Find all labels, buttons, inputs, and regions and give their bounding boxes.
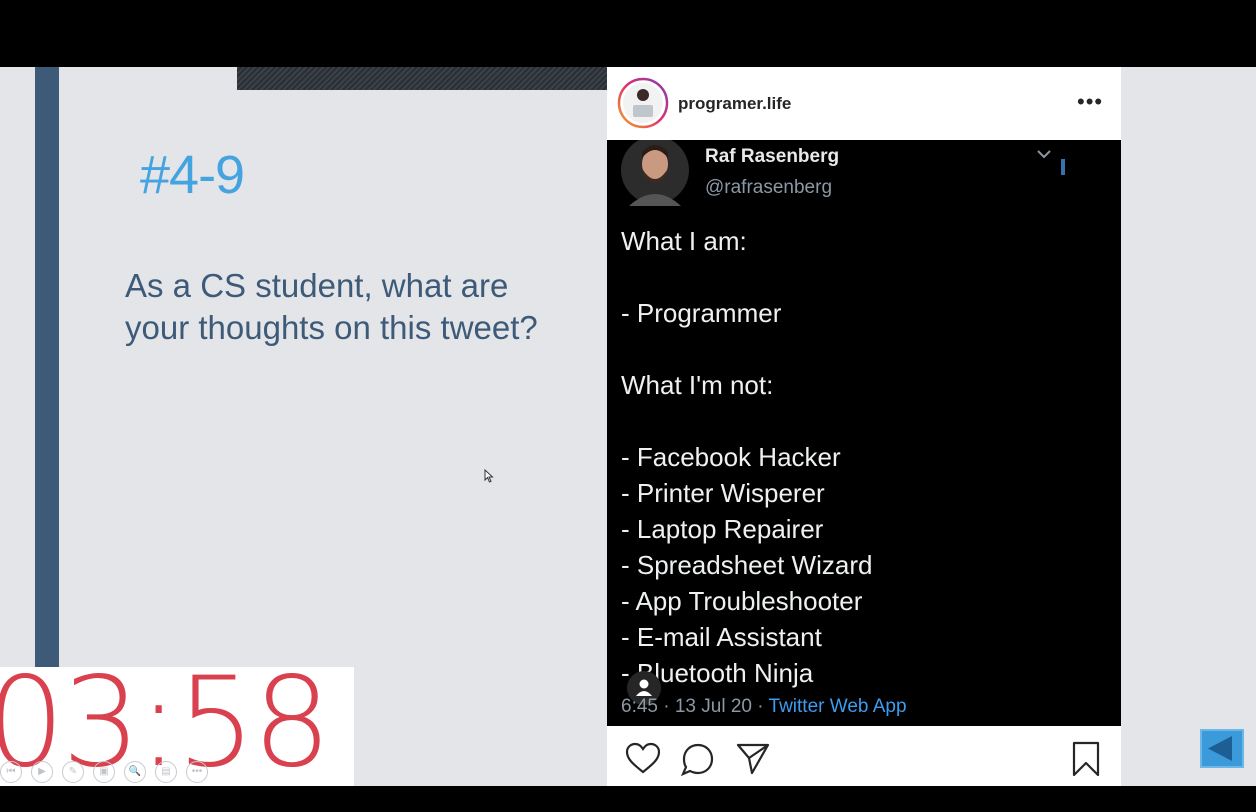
- tweet-image: Raf Rasenberg @rafrasenberg What I am: -…: [607, 140, 1121, 726]
- tweet-line: - E-mail Assistant: [621, 622, 822, 652]
- tweet-marker: [1061, 159, 1065, 175]
- heart-icon[interactable]: [625, 741, 661, 777]
- tweet-line: - Laptop Repairer: [621, 514, 824, 544]
- more-options-icon[interactable]: •••: [186, 761, 208, 783]
- tweet-line: What I am:: [621, 226, 747, 256]
- tweet-time: 6:45 · 13 Jul 20 ·: [621, 696, 769, 717]
- subtitles-icon[interactable]: ▤: [155, 761, 177, 783]
- chevron-down-icon: [1037, 150, 1051, 159]
- pen-icon[interactable]: ✎: [62, 761, 84, 783]
- play-icon[interactable]: ▶: [31, 761, 53, 783]
- mouse-cursor-icon: [484, 469, 494, 483]
- post-header: programer.life •••: [607, 67, 1121, 140]
- tweet-line: [621, 403, 872, 439]
- more-options-icon[interactable]: •••: [1077, 89, 1103, 115]
- profile-avatar-icon[interactable]: [617, 67, 669, 129]
- tweet-line: [621, 259, 872, 295]
- post-action-bar: [607, 726, 1121, 786]
- comment-icon[interactable]: [680, 741, 716, 777]
- left-arrow-icon: [1208, 736, 1232, 761]
- zoom-icon[interactable]: 🔍: [124, 761, 146, 783]
- previous-icon[interactable]: ⏮: [0, 761, 22, 783]
- tweet-line: [621, 331, 872, 367]
- instagram-post: programer.life ••• Raf Rasenberg @rafras…: [607, 67, 1121, 786]
- tweet-author-name: Raf Rasenberg: [705, 146, 840, 167]
- share-icon[interactable]: [735, 741, 771, 777]
- slide-accent-bar: [35, 67, 59, 667]
- presenter-toolbar: ⏮ ▶ ✎ ▣ 🔍 ▤ •••: [0, 761, 208, 783]
- post-username[interactable]: programer.life: [678, 94, 791, 114]
- tweet-avatar: [621, 140, 689, 206]
- tweet-source-link[interactable]: Twitter Web App: [769, 696, 907, 717]
- tweet-timestamp: 6:45 · 13 Jul 20 · Twitter Web App: [621, 696, 907, 718]
- tweet-line: - Spreadsheet Wizard: [621, 550, 873, 580]
- tweet-line: - Facebook Hacker: [621, 442, 841, 472]
- previous-slide-button[interactable]: [1200, 729, 1244, 768]
- tweet-line: - App Troubleshooter: [621, 586, 863, 616]
- tweet-line: What I'm not:: [621, 370, 774, 400]
- slide-title: #4-9: [140, 145, 245, 205]
- bookmark-icon[interactable]: [1068, 741, 1104, 777]
- tweet-line: - Programmer: [621, 298, 782, 328]
- slide-question: As a CS student, what are your thoughts …: [125, 267, 538, 346]
- tweet-text: What I am: - Programmer What I'm not: - …: [621, 223, 872, 691]
- tweet-line: - Printer Wisperer: [621, 478, 825, 508]
- slides-icon[interactable]: ▣: [93, 761, 115, 783]
- slide: #4-9 As a CS student, what are your thou…: [0, 67, 1256, 786]
- tweet-author-handle: @rafrasenberg: [705, 177, 833, 198]
